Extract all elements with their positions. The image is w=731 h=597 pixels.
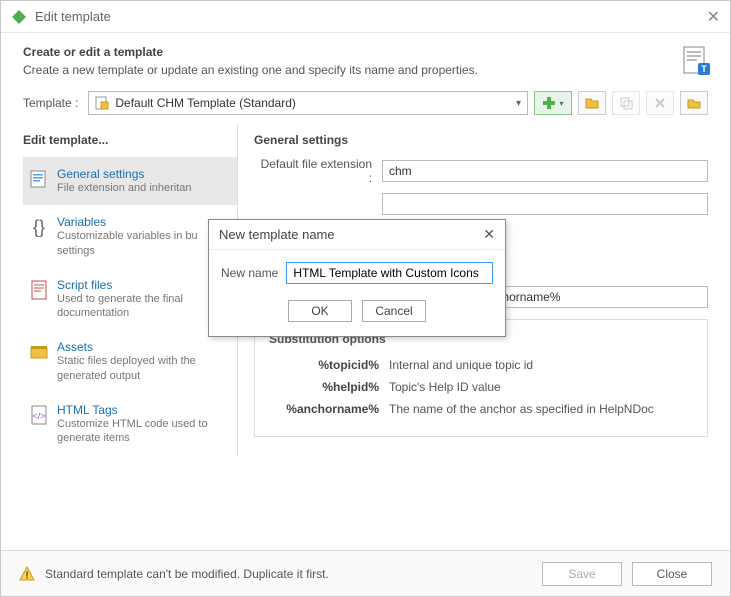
template-select-icon <box>95 96 109 110</box>
hidden-input[interactable] <box>382 193 708 215</box>
cancel-button[interactable]: Cancel <box>362 300 426 322</box>
template-label: Template : <box>23 96 78 110</box>
save-button[interactable]: Save <box>542 562 622 586</box>
sidebar-item-desc: Customize HTML code used to generate ite… <box>57 417 227 446</box>
sub-key: %anchorname% <box>269 402 389 416</box>
duplicate-button[interactable] <box>612 91 640 115</box>
form-label: Default file extension : <box>254 157 382 185</box>
edit-template-window: Edit template ✕ Create or edit a templat… <box>0 0 731 597</box>
sidebar-item-desc: Customizable variables in bu settings <box>57 229 227 258</box>
add-template-button[interactable]: ▾ <box>534 91 572 115</box>
general-settings-icon <box>29 167 49 191</box>
open-folder-button[interactable] <box>578 91 606 115</box>
main-title: General settings <box>254 125 708 157</box>
sub-row: %helpid% Topic's Help ID value <box>269 380 693 394</box>
sidebar-item-scripts[interactable]: Script files Used to generate the final … <box>23 268 237 331</box>
extension-input[interactable] <box>382 160 708 182</box>
warning-text: Standard template can't be modified. Dup… <box>45 567 532 581</box>
html-tags-icon: </> <box>29 403 49 427</box>
header-heading: Create or edit a template <box>23 45 680 59</box>
sidebar-item-general[interactable]: General settings File extension and inhe… <box>23 157 237 205</box>
sidebar: Edit template... General settings File e… <box>23 125 238 456</box>
delete-button[interactable] <box>646 91 674 115</box>
sidebar-item-assets[interactable]: Assets Static files deployed with the ge… <box>23 330 237 393</box>
sidebar-item-htmltags[interactable]: </> HTML Tags Customize HTML code used t… <box>23 393 237 456</box>
sidebar-item-label: Variables <box>57 215 227 229</box>
sidebar-item-label: HTML Tags <box>57 403 227 417</box>
template-select-text: Default CHM Template (Standard) <box>115 96 516 110</box>
sub-key: %helpid% <box>269 380 389 394</box>
modal-body: New name <box>209 250 505 296</box>
modal-label: New name <box>221 266 278 280</box>
template-select[interactable]: Default CHM Template (Standard) ▾ <box>88 91 528 115</box>
close-button[interactable]: Close <box>632 562 712 586</box>
window-title: Edit template <box>35 9 707 24</box>
new-template-name-dialog: New template name ✕ New name OK Cancel <box>208 219 506 337</box>
sidebar-item-desc: File extension and inheritan <box>57 181 192 195</box>
ok-button[interactable]: OK <box>288 300 352 322</box>
sidebar-item-variables[interactable]: {} Variables Customizable variables in b… <box>23 205 237 268</box>
sub-row: %topicid% Internal and unique topic id <box>269 358 693 372</box>
template-row: Template : Default CHM Template (Standar… <box>1 85 730 125</box>
sidebar-item-label: Assets <box>57 340 227 354</box>
header-subheading: Create a new template or update an exist… <box>23 63 680 77</box>
sidebar-item-label: General settings <box>57 167 192 181</box>
svg-text:</>: </> <box>32 411 45 421</box>
modal-title: New template name <box>219 227 483 242</box>
modal-close-icon[interactable]: ✕ <box>483 226 495 243</box>
sidebar-item-label: Script files <box>57 278 227 292</box>
chevron-down-icon: ▾ <box>516 98 521 109</box>
variables-icon: {} <box>29 215 49 239</box>
svg-text:{}: {} <box>33 217 45 237</box>
modal-footer: OK Cancel <box>209 296 505 336</box>
modal-titlebar: New template name ✕ <box>209 220 505 250</box>
sub-val: Internal and unique topic id <box>389 358 693 372</box>
app-icon <box>11 9 27 25</box>
sidebar-item-desc: Used to generate the final documentation <box>57 292 227 321</box>
browse-button[interactable] <box>680 91 708 115</box>
form-row-hidden1 <box>254 193 708 215</box>
form-row-extension: Default file extension : <box>254 157 708 185</box>
sidebar-item-desc: Static files deployed with the generated… <box>57 354 227 383</box>
template-doc-icon: T <box>680 45 712 77</box>
svg-text:!: ! <box>25 570 28 581</box>
footer: ! Standard template can't be modified. D… <box>1 550 730 596</box>
header: Create or edit a template Create a new t… <box>1 33 730 85</box>
titlebar: Edit template ✕ <box>1 1 730 33</box>
sub-val: The name of the anchor as specified in H… <box>389 402 693 416</box>
sub-row: %anchorname% The name of the anchor as s… <box>269 402 693 416</box>
svg-text:T: T <box>701 64 707 74</box>
close-icon[interactable]: ✕ <box>707 7 720 27</box>
new-name-input[interactable] <box>286 262 493 284</box>
warning-icon: ! <box>19 566 35 582</box>
assets-icon <box>29 340 49 364</box>
sub-val: Topic's Help ID value <box>389 380 693 394</box>
script-files-icon <box>29 278 49 302</box>
sub-key: %topicid% <box>269 358 389 372</box>
sidebar-title: Edit template... <box>23 125 237 157</box>
